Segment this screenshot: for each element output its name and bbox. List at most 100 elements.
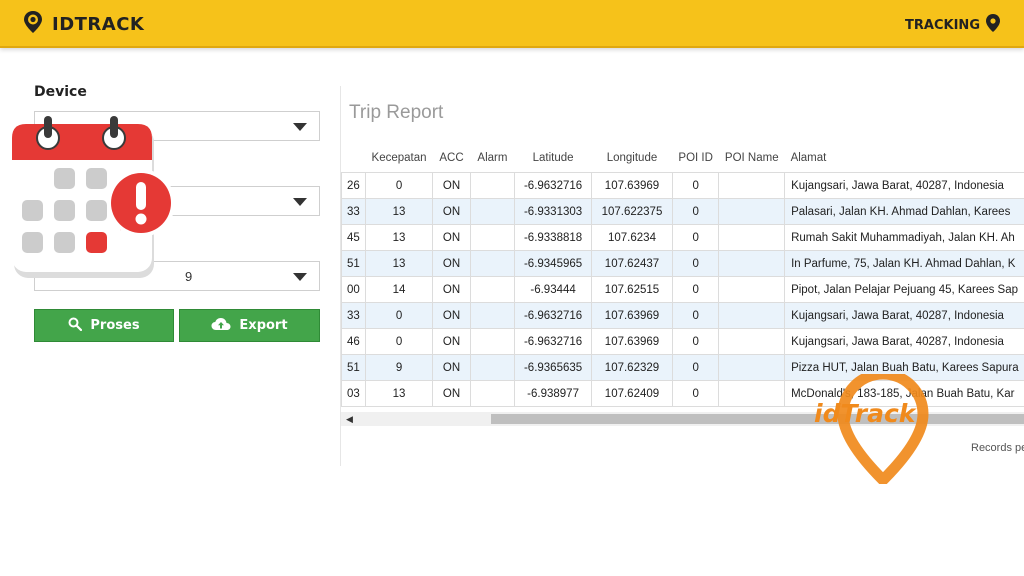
table-cell: Kujangsari, Jawa Barat, 40287, Indonesia	[784, 172, 1024, 199]
top-bar: IDTRACK TRACKING	[0, 0, 1024, 48]
table-cell: 13	[364, 250, 434, 277]
chevron-down-icon	[293, 198, 307, 206]
table-header-row: Kecepatan ACC Alarm Latitude Longitude P…	[342, 144, 1024, 173]
export-button[interactable]: Export	[179, 309, 320, 342]
table-row[interactable]: 00 14 ON -6.93444 107.62515 0 Pipot, Jalan Pel…	[341, 276, 1024, 303]
brand-name: IDTRACK	[52, 14, 145, 35]
search-icon	[68, 317, 83, 335]
column-header-kecepatan[interactable]: Kecepatan	[365, 144, 433, 173]
table-cell: 0	[671, 224, 720, 251]
tracking-label: TRACKING	[905, 17, 980, 33]
idtrack-watermark-logo: idTrack	[808, 368, 958, 488]
table-cell	[718, 172, 786, 199]
table-cell: In Parfume, 75, Jalan KH. Ahmad Dahlan, …	[784, 250, 1024, 277]
table-row[interactable]: 26 0 ON -6.9632716 107.63969 0 Kujangsari, Jaw…	[341, 172, 1024, 199]
table-cell	[718, 302, 786, 329]
table-cell: ON	[432, 302, 471, 329]
column-header-acc[interactable]: ACC	[433, 144, 470, 173]
report-table-container: Kecepatan ACC Alarm Latitude Longitude P…	[341, 144, 1024, 412]
records-per-page-label: Records pe	[971, 442, 1024, 454]
table-cell: 0	[671, 302, 720, 329]
table-cell: 107.6234	[591, 224, 673, 251]
column-header-poi-id[interactable]: POI ID	[672, 144, 719, 173]
column-header-latitude[interactable]: Latitude	[515, 144, 592, 173]
table-cell: 107.62409	[591, 380, 673, 407]
table-row[interactable]: 51 13 ON -6.9345965 107.62437 0 In Parfume, 75…	[341, 250, 1024, 277]
table-cell	[718, 224, 786, 251]
column-header-alamat[interactable]: Alamat	[785, 144, 1024, 173]
table-cell: 51	[341, 250, 366, 277]
column-header[interactable]	[342, 144, 366, 173]
table-cell: ON	[432, 380, 471, 407]
table-cell: -6.9338818	[514, 224, 593, 251]
table-cell: 107.62329	[591, 354, 673, 381]
table-cell: ON	[432, 224, 471, 251]
tracking-link[interactable]: TRACKING	[905, 14, 1000, 36]
table-cell: 51	[341, 354, 366, 381]
table-cell: 107.62437	[591, 250, 673, 277]
table-cell: 33	[341, 302, 366, 329]
table-cell	[469, 302, 516, 329]
table-cell	[469, 224, 516, 251]
location-pin-icon	[986, 14, 1000, 36]
table-cell: 33	[341, 198, 366, 225]
table-row[interactable]: 46 0 ON -6.9632716 107.63969 0 Kujangsari, Jaw…	[341, 328, 1024, 355]
table-row[interactable]: 45 13 ON -6.9338818 107.6234 0 Rumah Sakit Muh…	[341, 224, 1024, 251]
table-cell: 0	[364, 302, 434, 329]
table-cell: 107.62515	[591, 276, 673, 303]
table-cell	[718, 198, 786, 225]
table-cell: Kujangsari, Jawa Barat, 40287, Indonesia	[784, 302, 1024, 329]
location-pin-icon	[22, 10, 44, 39]
table-cell	[469, 250, 516, 277]
column-header-alarm[interactable]: Alarm	[470, 144, 514, 173]
table-cell: 107.63969	[591, 302, 673, 329]
table-cell: ON	[432, 276, 471, 303]
watermark-text: idTrack	[814, 399, 917, 428]
table-cell: Kujangsari, Jawa Barat, 40287, Indonesia	[784, 328, 1024, 355]
table-cell: 9	[364, 354, 434, 381]
table-cell: 0	[671, 354, 720, 381]
table-cell	[718, 250, 786, 277]
table-cell: -6.9345965	[514, 250, 593, 277]
table-cell	[469, 380, 516, 407]
table-cell: -6.9632716	[514, 172, 593, 199]
table-cell	[718, 380, 786, 407]
table-cell: -6.93444	[514, 276, 593, 303]
column-header-poi-name[interactable]: POI Name	[719, 144, 785, 173]
table-cell: 26	[341, 172, 366, 199]
table-cell	[469, 328, 516, 355]
device-label: Device	[34, 84, 87, 100]
export-label: Export	[239, 318, 288, 333]
proses-button[interactable]: Proses	[34, 309, 174, 342]
table-cell: 0	[671, 328, 720, 355]
table-cell: 107.622375	[591, 198, 673, 225]
end-date-value: 9	[185, 269, 193, 284]
table-cell: 14	[364, 276, 434, 303]
table-cell: -6.9632716	[514, 302, 593, 329]
table-cell: ON	[432, 250, 471, 277]
report-title: Trip Report	[349, 102, 444, 123]
table-cell: -6.938977	[514, 380, 593, 407]
table-cell: 0	[364, 172, 434, 199]
table-cell: 0	[671, 172, 720, 199]
table-row[interactable]: 33 13 ON -6.9331303 107.622375 0 Palasari, Jal…	[341, 198, 1024, 225]
table-cell: ON	[432, 328, 471, 355]
table-cell: ON	[432, 354, 471, 381]
table-cell: 0	[671, 198, 720, 225]
table-cell	[718, 328, 786, 355]
table-cell	[469, 172, 516, 199]
table-cell: 00	[341, 276, 366, 303]
table-cell: -6.9365635	[514, 354, 593, 381]
trip-report-table: Kecepatan ACC Alarm Latitude Longitude P…	[341, 144, 1024, 407]
table-cell: 13	[364, 224, 434, 251]
column-header-longitude[interactable]: Longitude	[592, 144, 673, 173]
table-cell: Pipot, Jalan Pelajar Pejuang 45, Karees …	[784, 276, 1024, 303]
table-cell: 0	[671, 250, 720, 277]
table-cell: 0	[364, 328, 434, 355]
table-row[interactable]: 33 0 ON -6.9632716 107.63969 0 Kujangsari, Jaw…	[341, 302, 1024, 329]
table-cell	[469, 354, 516, 381]
table-cell: 46	[341, 328, 366, 355]
scroll-left-icon[interactable]: ◀	[346, 414, 353, 425]
brand[interactable]: IDTRACK	[22, 10, 144, 39]
table-cell: 107.63969	[591, 328, 673, 355]
